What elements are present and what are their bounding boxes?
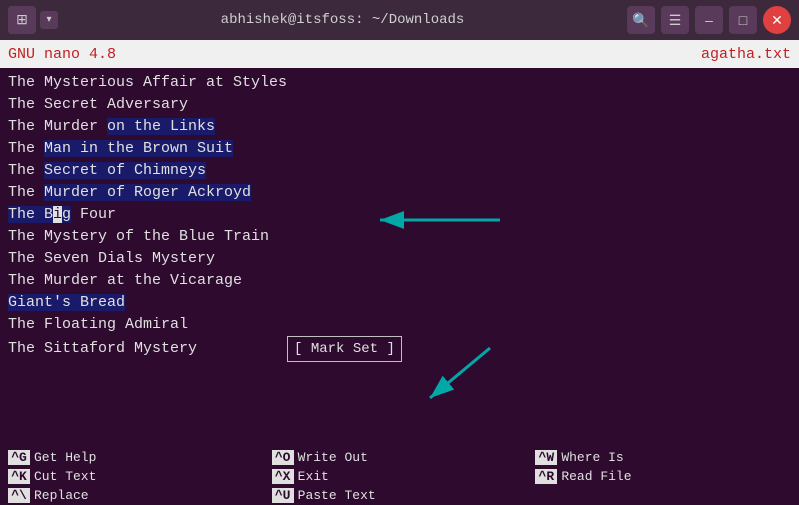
label-exit: Exit xyxy=(298,469,329,484)
highlight-man: Man in the Brown Suit xyxy=(44,140,233,157)
nano-version: GNU nano 4.8 xyxy=(8,46,116,63)
line-2: The Secret Adversary xyxy=(8,94,791,116)
maximize-button[interactable]: □ xyxy=(729,6,757,34)
key-ctrl-o: ^O xyxy=(272,450,294,465)
label-replace: Replace xyxy=(34,488,89,503)
line-4: The Man in the Brown Suit xyxy=(8,138,791,160)
titlebar-left: ⊞ ▾ xyxy=(8,6,58,34)
footer-read-file[interactable]: ^R Read File xyxy=(531,467,795,486)
line-9: The Seven Dials Mystery xyxy=(8,248,791,270)
footer-where-is[interactable]: ^W Where Is xyxy=(531,448,795,467)
key-ctrl-w: ^W xyxy=(535,450,557,465)
footer-get-help[interactable]: ^G Get Help xyxy=(4,448,268,467)
key-ctrl-r: ^R xyxy=(535,469,557,484)
label-read-file: Read File xyxy=(561,469,631,484)
line-1: The Mysterious Affair at Styles xyxy=(8,72,791,94)
label-get-help: Get Help xyxy=(34,450,96,465)
highlight-ackroyd: Murder of Roger Ackroyd xyxy=(44,184,251,201)
highlight-chimneys: Secret of Chimneys xyxy=(44,162,206,179)
nano-header: GNU nano 4.8 agatha.txt xyxy=(0,40,799,68)
nano-filename: agatha.txt xyxy=(701,46,791,63)
line-12: The Floating Admiral xyxy=(8,314,791,336)
search-button[interactable]: 🔍 xyxy=(627,6,655,34)
label-write-out: Write Out xyxy=(298,450,368,465)
footer: ^G Get Help ^O Write Out ^W Where Is ^K … xyxy=(0,446,799,502)
label-where-is: Where Is xyxy=(561,450,623,465)
highlight-giant: Giant's Bread xyxy=(8,294,125,311)
line-3: The Murder on the Links xyxy=(8,116,791,138)
menu-button[interactable]: ☰ xyxy=(661,6,689,34)
editor-content[interactable]: The Mysterious Affair at Styles The Secr… xyxy=(0,68,799,446)
terminal-icon: ⊞ xyxy=(8,6,36,34)
window-controls: 🔍 ☰ – □ ✕ xyxy=(627,6,791,34)
footer-exit[interactable]: ^X Exit xyxy=(268,467,532,486)
line-5: The Secret of Chimneys xyxy=(8,160,791,182)
line-10: The Murder at the Vicarage xyxy=(8,270,791,292)
arrow-1 xyxy=(320,200,520,240)
highlight-links: on the Links xyxy=(107,118,215,135)
key-ctrl-x: ^X xyxy=(272,469,294,484)
dropdown-arrow[interactable]: ▾ xyxy=(40,11,58,29)
window-title: abhishek@itsfoss: ~/Downloads xyxy=(221,12,465,28)
footer-write-out[interactable]: ^O Write Out xyxy=(268,448,532,467)
close-button[interactable]: ✕ xyxy=(763,6,791,34)
minimize-button[interactable]: – xyxy=(695,6,723,34)
label-paste-text: Paste Text xyxy=(298,488,376,503)
label-cut-text: Cut Text xyxy=(34,469,96,484)
key-ctrl-backslash: ^\ xyxy=(8,488,30,503)
key-ctrl-g: ^G xyxy=(8,450,30,465)
cursor: i xyxy=(53,206,62,223)
arrow-2 xyxy=(370,338,530,418)
key-ctrl-k: ^K xyxy=(8,469,30,484)
key-ctrl-u: ^U xyxy=(272,488,294,503)
footer-cut-text[interactable]: ^K Cut Text xyxy=(4,467,268,486)
highlight-thebig: The Big xyxy=(8,206,71,223)
line-11: Giant's Bread xyxy=(8,292,791,314)
footer-paste-text[interactable]: ^U Paste Text xyxy=(268,486,532,505)
footer-replace[interactable]: ^\ Replace xyxy=(4,486,268,505)
titlebar: ⊞ ▾ abhishek@itsfoss: ~/Downloads 🔍 ☰ – … xyxy=(0,0,799,40)
